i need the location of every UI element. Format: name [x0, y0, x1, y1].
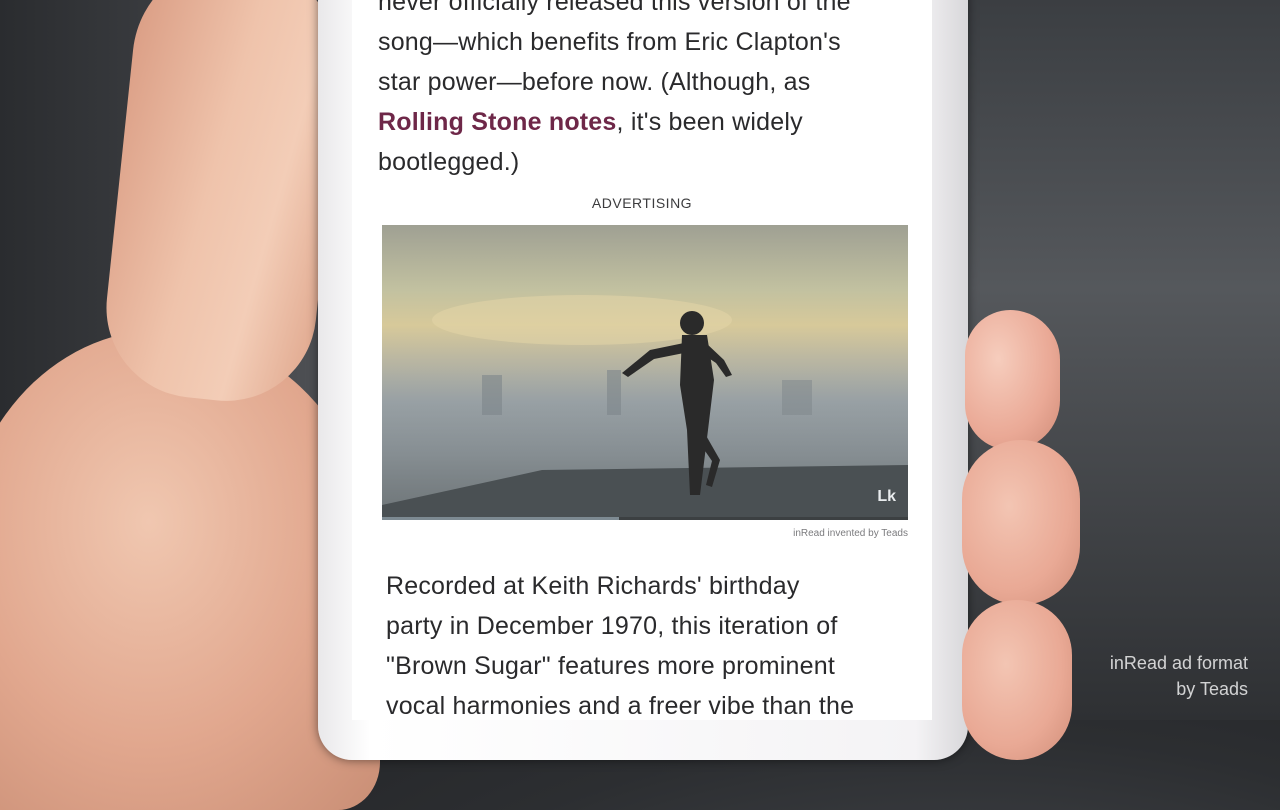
article-line: star power—before now. (Although, as [378, 68, 811, 96]
ad-video-frame [382, 295, 908, 520]
hand-finger-middle [962, 440, 1080, 605]
phone-screen: never officially released this version o… [352, 0, 932, 720]
article-line: , it's been widely [616, 108, 803, 136]
advertising-label: ADVERTISING [591, 195, 693, 211]
article-line: Recorded at Keith Richards' birthday [386, 572, 800, 600]
ad-credit: inRead invented by Teads [793, 528, 908, 539]
rolling-stone-link[interactable]: Rolling Stone notes [378, 108, 617, 136]
ad-video-progress-fill [382, 517, 619, 520]
watermark-line: by Teads [1176, 679, 1248, 699]
article-paragraph-bottom: Recorded at Keith Richards' birthday par… [386, 566, 926, 720]
article-line: never officially released this version o… [378, 0, 851, 16]
article-line: party in December 1970, this iteration o… [386, 612, 838, 640]
article-line: vocal harmonies and a freer vibe than th… [386, 692, 855, 720]
hand-finger-bottom [962, 600, 1072, 760]
article-paragraph-top: never officially released this version o… [378, 0, 908, 182]
ad-video-player[interactable]: Lk [382, 225, 908, 520]
article-line: bootlegged.) [378, 148, 520, 176]
ad-video-progress-bar [382, 517, 908, 520]
ad-brand-logo: Lk [877, 488, 896, 505]
article-line: "Brown Sugar" features more prominent [386, 652, 835, 680]
watermark: inRead ad format by Teads [1110, 650, 1248, 702]
article-line: song—which benefits from Eric Clapton's [378, 28, 841, 56]
watermark-line: inRead ad format [1109, 653, 1248, 673]
hand-finger-top [965, 310, 1060, 450]
